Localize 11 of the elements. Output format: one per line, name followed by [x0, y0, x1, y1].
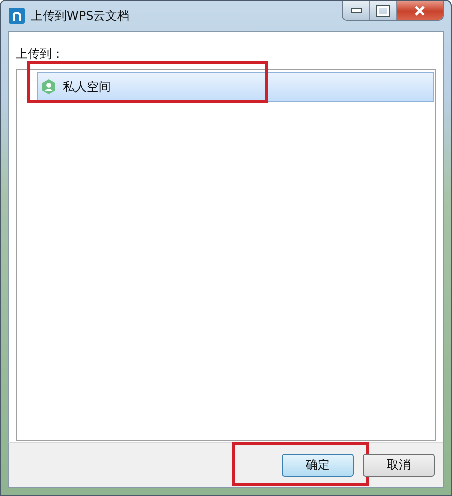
- dialog-button[interactable]: 取消: [363, 454, 435, 476]
- maximize-button[interactable]: [370, 1, 397, 20]
- person-icon: [41, 79, 57, 95]
- window-title: 上传到WPS云文档: [31, 8, 130, 24]
- close-button[interactable]: [397, 1, 443, 20]
- close-icon: [414, 6, 426, 16]
- app-icon: [9, 8, 25, 24]
- minimize-button[interactable]: [343, 1, 370, 20]
- location-item[interactable]: 私人空间: [37, 72, 434, 102]
- upload-target-label: 上传到：: [16, 46, 65, 63]
- dialog-button[interactable]: 确定: [282, 454, 354, 476]
